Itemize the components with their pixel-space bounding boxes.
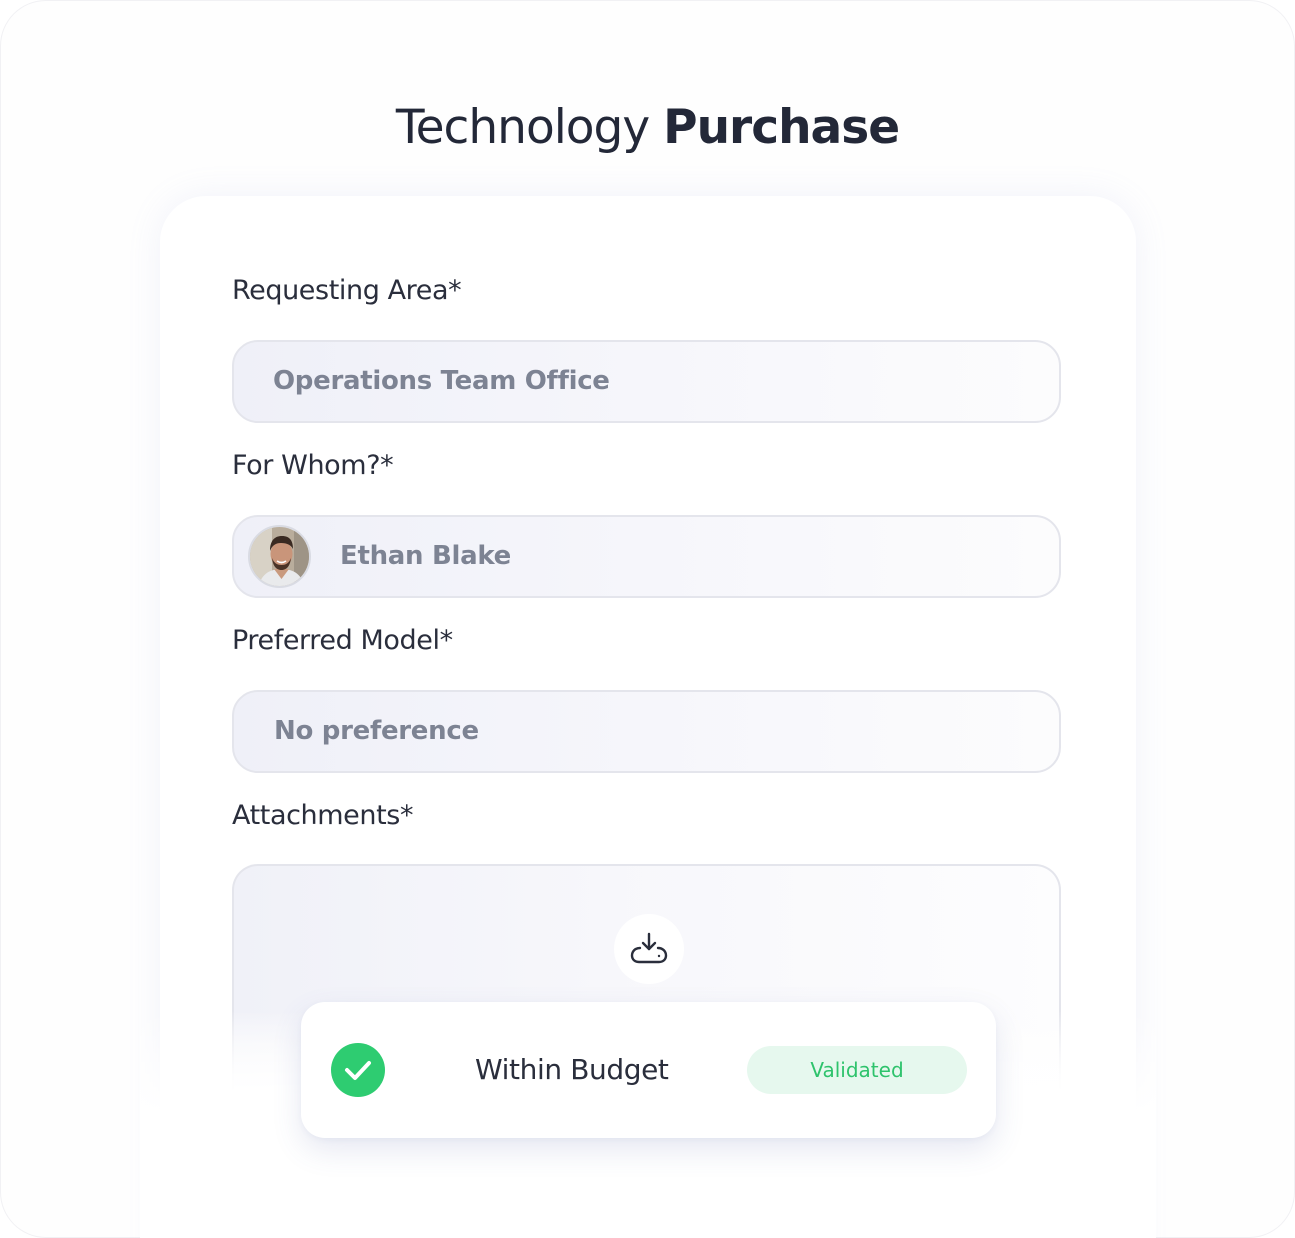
budget-status-card: Within Budget Validated (301, 1002, 996, 1138)
for-whom-label: For Whom?* (232, 450, 394, 481)
preferred-model-label: Preferred Model* (232, 625, 453, 656)
preferred-model-value: No preference (274, 716, 479, 746)
for-whom-value: Ethan Blake (340, 541, 512, 571)
validated-badge: Validated (747, 1046, 967, 1094)
upload-button[interactable] (614, 914, 684, 984)
cloud-download-icon (630, 932, 668, 964)
app-frame: Technology Purchase Requesting Area* Ope… (0, 0, 1295, 1238)
requesting-area-value: Operations Team Office (273, 366, 610, 396)
preferred-model-field[interactable]: No preference (232, 690, 1061, 773)
page-title: Technology Purchase (0, 100, 1295, 155)
page-title-bold: Purchase (663, 100, 900, 155)
requesting-area-field[interactable]: Operations Team Office (232, 340, 1061, 423)
page-title-light: Technology (395, 100, 650, 155)
for-whom-field[interactable]: Ethan Blake (232, 515, 1061, 598)
avatar (248, 525, 311, 588)
attachments-label: Attachments* (232, 800, 414, 831)
requesting-area-label: Requesting Area* (232, 275, 462, 306)
check-circle-icon (331, 1043, 385, 1097)
budget-status-label: Within Budget (475, 1053, 669, 1086)
